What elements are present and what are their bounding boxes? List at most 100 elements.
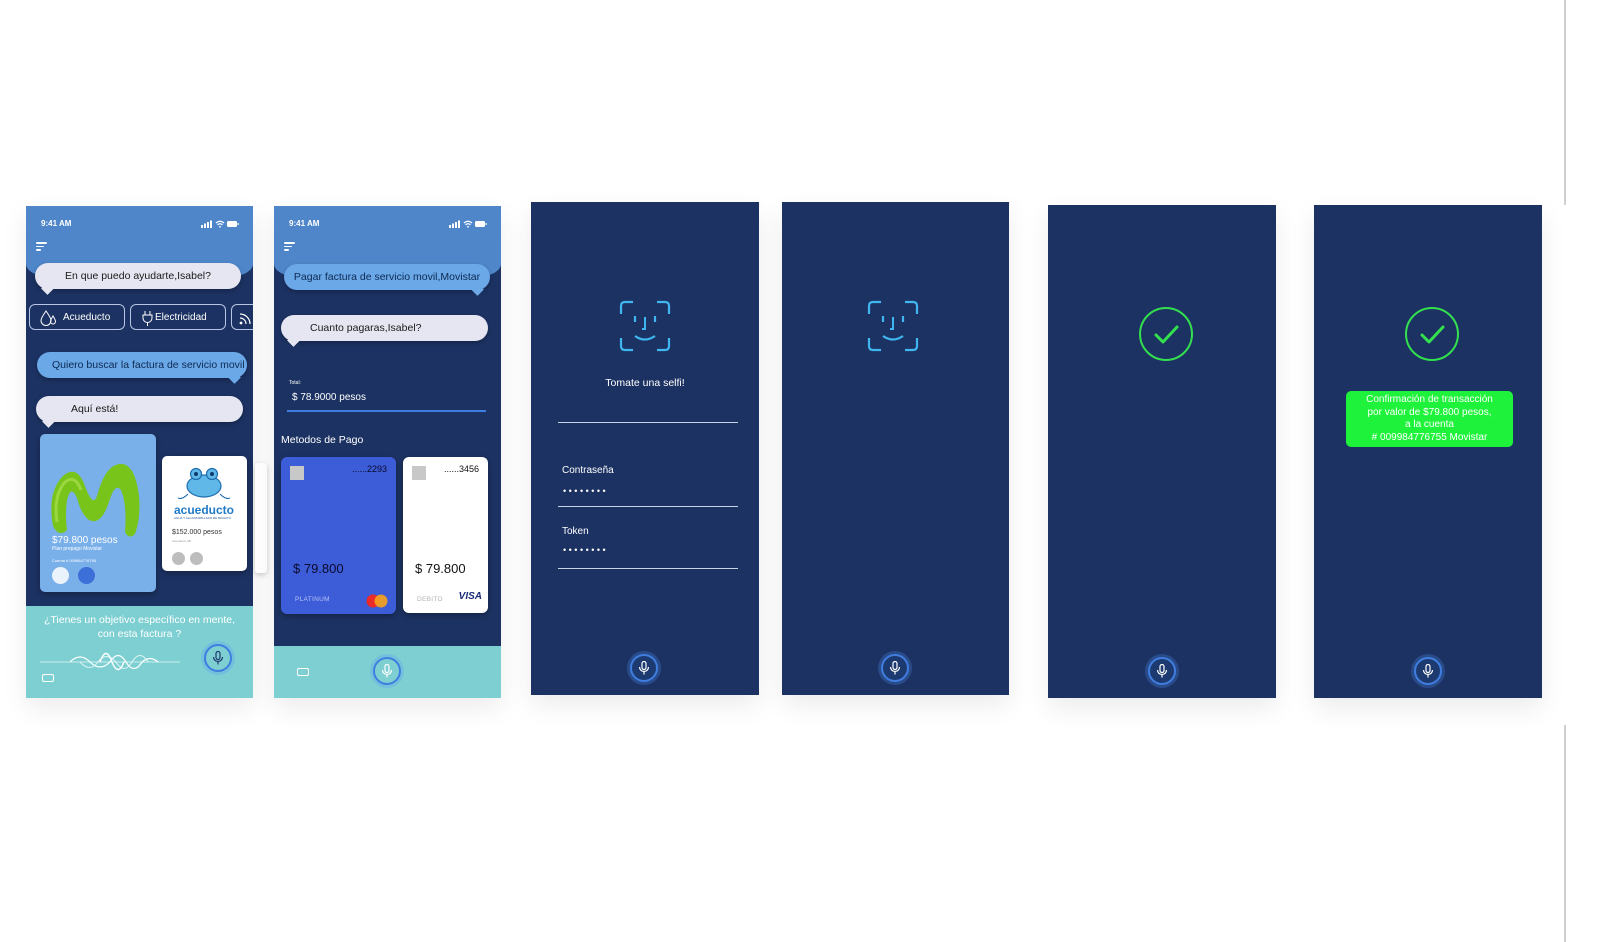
question-line-2: con esta factura ?	[97, 628, 182, 640]
check-icon	[1139, 307, 1193, 361]
assistant-reply-text: Aquí está!	[71, 403, 119, 415]
wifi-icon	[239, 313, 251, 325]
plug-icon	[142, 311, 153, 326]
microphone-button[interactable]	[1148, 657, 1176, 685]
status-icons	[449, 220, 487, 228]
face-id-icon	[619, 300, 671, 352]
payment-card-platinum[interactable]: ......2293 $ 79.800 PLATINUM	[281, 457, 396, 614]
screen-background: 9:41 AM En que puedo ayudarte,Isabel? Ac…	[26, 206, 253, 698]
acueducto-amount: $152.000 pesos	[172, 529, 222, 536]
chip-acueducto[interactable]: Acueducto	[29, 304, 125, 330]
microphone-icon	[1422, 664, 1434, 678]
status-bar: 9:41 AM	[289, 219, 487, 231]
microphone-icon	[381, 664, 393, 678]
password-value[interactable]: ••••••••	[563, 486, 608, 496]
acueducto-action-more[interactable]	[190, 552, 203, 565]
user-message-text: Pagar factura de servicio movil,Movistar	[293, 271, 481, 283]
microphone-icon	[212, 651, 224, 665]
microphone-button[interactable]	[204, 644, 232, 672]
acueducto-note: Acueducto AB	[172, 539, 191, 543]
card-tier: DEBITO	[417, 596, 443, 603]
edge-divider	[1564, 725, 1566, 942]
confirm-line-4: # 009984776755 Movistar	[1371, 431, 1488, 443]
card-chip	[290, 466, 304, 480]
confirm-line-2: por valor de $79.800 pesos,	[1367, 406, 1492, 418]
screen-selfie-login: Tomate una selfi! Contraseña •••••••• To…	[531, 202, 759, 695]
bill-account: Cuenta # 009984776755	[52, 558, 97, 563]
assistant-question-text: Cuanto pagaras,Isabel?	[310, 322, 422, 334]
card-number: ......2293	[351, 464, 387, 474]
microphone-icon	[638, 661, 650, 675]
voice-panel: ¿Tienes un objetivo específico en mente,…	[26, 606, 253, 698]
screen-transaction-confirmed: Confirmación de transacción por valor de…	[1314, 205, 1542, 698]
screen-chat-bill-search: 9:41 AM En que puedo ayudarte,Isabel? Ac…	[26, 206, 253, 698]
user-message-bubble: Quiero buscar la factura de servicio mov…	[37, 352, 247, 378]
keyboard-icon[interactable]	[42, 674, 54, 682]
password-underline	[558, 506, 738, 507]
keyboard-icon[interactable]	[297, 668, 309, 676]
chip-acueducto-label: Acueducto	[63, 312, 111, 323]
next-screen-peek	[255, 463, 267, 573]
bill-card-acueducto[interactable]: acueducto AGUA Y ALCANTARILLADO DE BOGOT…	[162, 456, 247, 571]
screen-payment-method: 9:41 AM Pagar factura de servicio movil,…	[274, 206, 501, 698]
card-amount: $ 79.800	[415, 561, 466, 576]
bill-card-movistar[interactable]: $79.800 pesos Plan prepago Movistar Cuen…	[40, 434, 156, 592]
question-line-1: ¿Tienes un objetivo específico en mente,	[43, 614, 236, 626]
status-icons	[201, 220, 239, 228]
voice-panel	[274, 646, 501, 698]
acueducto-logo-text: acueducto	[174, 503, 235, 517]
chip-electricidad[interactable]: Electricidad	[130, 304, 226, 330]
acueducto-action-check[interactable]	[172, 552, 185, 565]
status-bar: 9:41 AM	[41, 219, 239, 231]
screen-verified	[1048, 205, 1276, 698]
chip-internet[interactable]	[231, 304, 253, 330]
assistant-greeting-text: En que puedo ayudarte,Isabel?	[65, 270, 211, 282]
assistant-question-bubble: Cuanto pagaras,Isabel?	[281, 315, 488, 341]
bill-action-check[interactable]	[52, 567, 69, 584]
selfie-divider	[558, 422, 738, 423]
token-value[interactable]: ••••••••	[563, 545, 608, 555]
screen-background: 9:41 AM Pagar factura de servicio movil,…	[274, 206, 501, 698]
microphone-button[interactable]	[630, 654, 658, 682]
screen-face-scan	[782, 202, 1009, 695]
microphone-button[interactable]	[1414, 657, 1442, 685]
mastercard-icon	[366, 594, 388, 608]
token-label: Token	[562, 526, 589, 537]
total-input[interactable]: $ 78.9000 pesos	[287, 388, 486, 412]
total-label: Total:	[289, 380, 301, 386]
microphone-button[interactable]	[373, 657, 401, 685]
menu-icon[interactable]	[284, 242, 295, 251]
card-tier: PLATINUM	[295, 596, 330, 603]
bill-plan: Plan prepago Movistar	[52, 546, 103, 552]
assistant-reply-bubble: Aquí está!	[36, 396, 243, 422]
payment-methods-title: Metodos de Pago	[281, 434, 364, 446]
check-icon	[1405, 307, 1459, 361]
card-amount: $ 79.800	[293, 561, 344, 576]
microphone-icon	[1156, 664, 1168, 678]
assistant-greeting-bubble: En que puedo ayudarte,Isabel?	[35, 263, 241, 289]
token-underline	[558, 568, 738, 569]
status-time: 9:41 AM	[41, 219, 72, 228]
movistar-logo	[51, 463, 140, 537]
chip-electricidad-label: Electricidad	[155, 312, 207, 323]
confirmation-message: Confirmación de transacción por valor de…	[1346, 391, 1513, 447]
bill-action-more[interactable]	[78, 567, 95, 584]
status-time: 9:41 AM	[289, 219, 320, 228]
menu-icon[interactable]	[36, 242, 47, 251]
selfie-prompt: Tomate una selfi!	[605, 377, 685, 389]
confirm-line-1: Confirmación de transacción	[1366, 394, 1493, 405]
bill-amount: $79.800 pesos	[52, 535, 118, 546]
voice-waveform	[40, 652, 180, 671]
face-id-icon	[867, 300, 919, 352]
water-drop-icon	[40, 310, 57, 326]
visa-logo: VISA	[458, 591, 482, 602]
total-value: $ 78.9000 pesos	[292, 392, 366, 403]
microphone-button[interactable]	[881, 654, 909, 682]
payment-card-debito[interactable]: ......3456 $ 79.800 DEBITO VISA	[403, 457, 488, 613]
password-label: Contraseña	[562, 465, 614, 476]
edge-divider	[1564, 0, 1566, 205]
microphone-icon	[889, 661, 901, 675]
acueducto-frog-logo	[177, 467, 231, 500]
user-message-bubble: Pagar factura de servicio movil,Movistar	[284, 264, 490, 290]
card-number: ......3456	[443, 464, 479, 474]
